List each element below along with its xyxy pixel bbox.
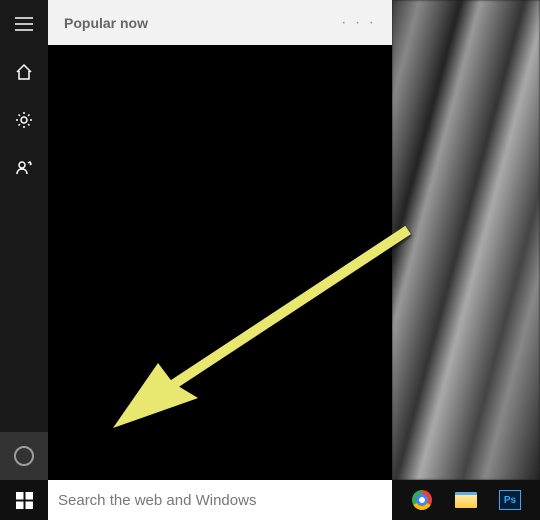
cortana-sidebar bbox=[0, 0, 48, 480]
settings-button[interactable] bbox=[0, 96, 48, 144]
menu-button[interactable] bbox=[0, 0, 48, 48]
header-title: Popular now bbox=[64, 15, 148, 31]
cortana-ring-icon bbox=[14, 446, 34, 466]
chrome-icon bbox=[412, 490, 432, 510]
taskbar-apps: Ps bbox=[392, 480, 540, 520]
chrome-app[interactable] bbox=[410, 488, 434, 512]
feedback-button[interactable] bbox=[0, 144, 48, 192]
more-button[interactable]: · · · bbox=[341, 14, 376, 32]
search-box[interactable] bbox=[48, 480, 392, 520]
folder-icon bbox=[455, 492, 477, 508]
panel-header: Popular now · · · bbox=[48, 0, 392, 45]
cortana-panel: Popular now · · · bbox=[0, 0, 392, 480]
taskbar: Ps bbox=[0, 480, 540, 520]
photoshop-icon: Ps bbox=[499, 490, 521, 510]
annotation-arrow bbox=[103, 218, 423, 438]
desktop-wallpaper bbox=[392, 0, 540, 480]
windows-logo-icon bbox=[16, 492, 33, 509]
cortana-button[interactable] bbox=[0, 432, 48, 480]
cortana-content: Popular now · · · bbox=[48, 0, 392, 480]
photoshop-app[interactable]: Ps bbox=[498, 488, 522, 512]
gear-icon bbox=[15, 111, 33, 129]
file-explorer-app[interactable] bbox=[454, 488, 478, 512]
search-input[interactable] bbox=[58, 492, 382, 509]
feedback-icon bbox=[15, 159, 33, 177]
start-button[interactable] bbox=[0, 480, 48, 520]
home-button[interactable] bbox=[0, 48, 48, 96]
hamburger-icon bbox=[15, 17, 33, 31]
home-icon bbox=[15, 63, 33, 81]
